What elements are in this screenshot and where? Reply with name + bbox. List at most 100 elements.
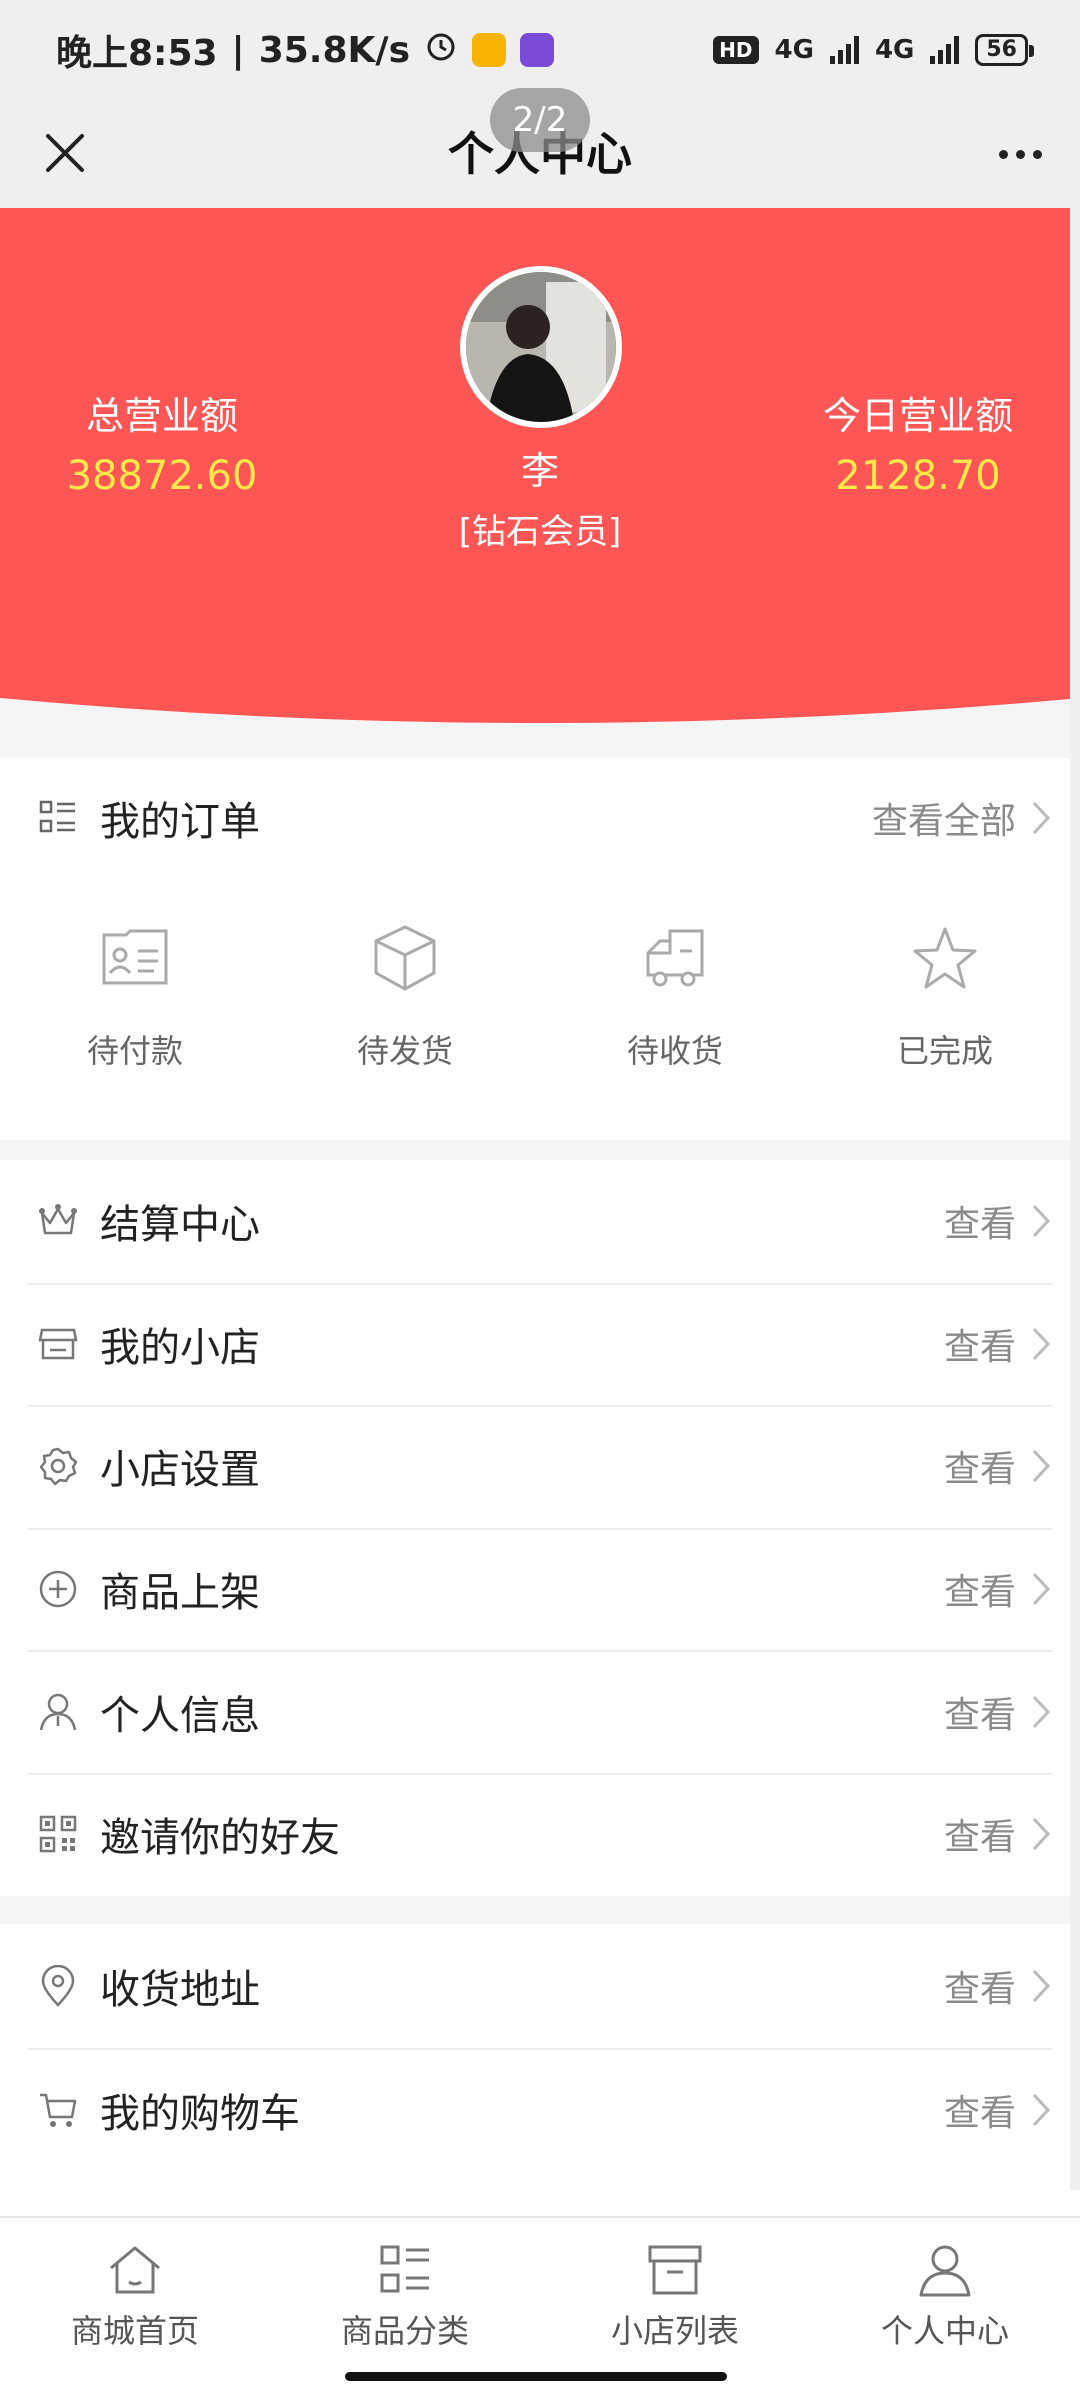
mascot-app-icon	[520, 33, 554, 67]
hd-badge: HD	[713, 36, 759, 64]
orders-title: 我的订单	[100, 799, 260, 845]
location-icon	[36, 1964, 80, 2008]
menu-label: 收货地址	[100, 1967, 260, 2013]
alarm-icon	[424, 29, 458, 72]
order-label: 待发货	[356, 1032, 453, 1070]
menu-action: 查看	[943, 1449, 1016, 1491]
menu-action: 查看	[943, 1572, 1016, 1614]
status-bar: 晚上8:53 | 35.8K/s HD 4G 4G 56	[0, 0, 1080, 100]
network-label-1: 4G	[774, 35, 814, 65]
menu-action: 查看	[943, 1326, 1016, 1368]
cart-icon	[36, 2088, 80, 2132]
menu-row-shop-settings[interactable]: 小店设置 查看	[0, 1405, 1080, 1528]
tab-label: 商城首页	[70, 2312, 199, 2350]
more-dot-icon	[1032, 149, 1042, 159]
more-dot-icon	[998, 149, 1008, 159]
menu-label: 我的小店	[100, 1324, 260, 1371]
more-dot-icon	[1015, 149, 1025, 159]
order-label: 已完成	[896, 1032, 993, 1070]
menu-action: 查看	[943, 2093, 1016, 2134]
status-divider: |	[231, 29, 245, 71]
menu-row-my-shop[interactable]: 我的小店 查看	[0, 1282, 1080, 1406]
chevron-right-icon	[1030, 1816, 1052, 1852]
store-list-icon	[643, 2240, 707, 2300]
order-pending-payment[interactable]: 待付款	[0, 918, 270, 1072]
home-indicator[interactable]	[345, 2372, 727, 2381]
menu-label: 小店设置	[100, 1447, 260, 1494]
profile-icon	[913, 2240, 977, 2300]
order-pending-receipt[interactable]: 待收货	[540, 918, 810, 1072]
chevron-right-icon	[1030, 800, 1052, 836]
box-icon	[365, 918, 445, 998]
chevron-right-icon	[1030, 1326, 1052, 1362]
orders-card: 我的订单 查看全部 待付款 待发货 待收货 已完成	[0, 758, 1080, 1140]
menu-action: 查看	[943, 1969, 1016, 2010]
tab-mall-home[interactable]: 商城首页	[0, 2218, 270, 2400]
tab-label: 个人中心	[880, 2312, 1009, 2350]
menu-action: 查看	[943, 1694, 1016, 1736]
star-icon	[905, 918, 985, 998]
avatar-image	[466, 272, 616, 422]
menu-row-shipping-address[interactable]: 收货地址 查看	[0, 1924, 1080, 2048]
plus-circle-icon	[36, 1567, 80, 1611]
status-right: HD 4G 4G 56	[713, 34, 1034, 66]
home-icon	[103, 2240, 167, 2300]
chevron-right-icon	[1030, 1571, 1052, 1607]
status-time: 晚上8:53	[56, 33, 218, 74]
battery-icon: 56	[975, 34, 1034, 66]
menu-label: 结算中心	[100, 1202, 260, 1249]
tab-personal-center[interactable]: 个人中心	[810, 2218, 1080, 2400]
orders-header[interactable]: 我的订单 查看全部	[0, 758, 1080, 878]
tab-label: 商品分类	[340, 2312, 469, 2350]
order-completed[interactable]: 已完成	[810, 918, 1080, 1072]
menu-row-invite-friends[interactable]: 邀请你的好友 查看	[0, 1772, 1080, 1896]
more-button[interactable]	[988, 122, 1052, 186]
order-label: 待收货	[626, 1032, 723, 1070]
menu-row-settlement-center[interactable]: 结算中心 查看	[0, 1160, 1080, 1283]
menu-action: 查看	[943, 1204, 1016, 1246]
card-icon	[95, 918, 175, 998]
avatar[interactable]	[460, 266, 622, 428]
user-icon	[36, 1690, 80, 1734]
order-label: 待付款	[86, 1032, 183, 1070]
chevron-right-icon	[1030, 1203, 1052, 1239]
chevron-right-icon	[1030, 1448, 1052, 1484]
menu-label: 商品上架	[100, 1570, 260, 1617]
signal-icon	[829, 36, 859, 64]
menu-label: 个人信息	[100, 1692, 260, 1739]
menu-group-main: 结算中心 查看 我的小店 查看 小店设置 查看 商品上架 查看 个人信息 查看	[0, 1160, 1080, 1896]
chevron-right-icon	[1030, 1968, 1052, 2004]
page-indicator: 2/2	[490, 88, 590, 152]
notes-app-icon	[472, 33, 506, 67]
gear-icon	[36, 1444, 80, 1488]
menu-group-shopping: 收货地址 查看 我的购物车 查看	[0, 1924, 1080, 2220]
network-label-2: 4G	[874, 35, 915, 65]
category-icon	[373, 2240, 437, 2300]
profile-header: 总营业额 38872.60 李 [钻石会员] 今日营业额 2128.70	[0, 208, 1080, 758]
view-all-orders-link[interactable]: 查看全部	[872, 792, 1016, 844]
tab-label: 小店列表	[610, 2312, 739, 2350]
menu-row-personal-info[interactable]: 个人信息 查看	[0, 1650, 1080, 1773]
status-net-speed: 35.8K/s	[258, 29, 410, 71]
menu-row-shopping-cart[interactable]: 我的购物车 查看	[0, 2048, 1080, 2172]
shop-icon	[36, 1322, 80, 1366]
today-revenue: 今日营业额 2128.70	[768, 388, 1068, 508]
chevron-right-icon	[1030, 1694, 1052, 1730]
menu-action: 查看	[943, 1817, 1016, 1859]
total-revenue-label: 总营业额	[85, 394, 238, 438]
menu-label: 邀请你的好友	[100, 1815, 340, 1862]
chevron-right-icon	[1030, 2092, 1052, 2128]
order-status-grid: 待付款 待发货 待收货 已完成	[0, 918, 1080, 1072]
list-icon	[36, 796, 80, 840]
truck-icon	[635, 918, 715, 998]
menu-row-list-product[interactable]: 商品上架 查看	[0, 1527, 1080, 1651]
member-level: [钻石会员]	[458, 512, 622, 552]
crown-icon	[36, 1199, 80, 1243]
scrollbar[interactable]	[1070, 140, 1080, 2190]
status-left: 晚上8:53 | 35.8K/s	[56, 24, 554, 76]
signal-icon-2	[930, 36, 960, 64]
today-revenue-label: 今日营业额	[822, 394, 1013, 438]
order-pending-shipment[interactable]: 待发货	[270, 918, 540, 1072]
today-revenue-value: 2128.70	[835, 453, 1001, 499]
qr-code-icon	[36, 1812, 80, 1856]
